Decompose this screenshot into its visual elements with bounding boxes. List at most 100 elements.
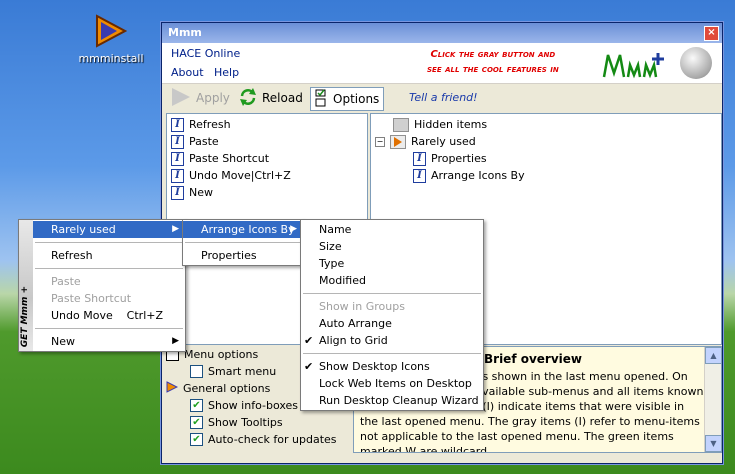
menu-separator [35,328,183,329]
submenu-item-properties[interactable]: Properties [183,247,303,264]
left-list-label: Refresh [189,118,231,131]
menu-item-show-in-groups[interactable]: Show in Groups [301,298,483,315]
apply-label: Apply [196,91,230,105]
menu-item-icon: I [171,117,184,132]
menu-item-size[interactable]: Size [301,238,483,255]
option-label: Show info-boxes [208,399,299,412]
menu-separator [35,268,183,269]
tree-child-label: Properties [431,152,487,165]
menu-item-run-desktop-cleanup-wizard[interactable]: Run Desktop Cleanup Wizard [301,392,483,409]
submenu-item-label: Properties [201,249,257,262]
rarely-used-folder-icon [390,134,406,149]
collapse-toggle-icon[interactable]: − [375,136,385,147]
menu-item-rarely-used[interactable]: Rarely used ▶ [33,221,185,238]
options-label: Options [333,92,380,106]
tree-child-item[interactable]: I Arrange Icons By [375,167,717,184]
desktop-icon-mmminstall[interactable]: mmminstall [78,14,144,65]
menu-item-icon: I [413,168,426,183]
menu-item-refresh[interactable]: Refresh [33,247,185,264]
left-list-item[interactable]: I Refresh [171,116,363,133]
menu-item-icon: I [171,185,184,200]
gray-features-button[interactable] [680,47,712,79]
left-list-item[interactable]: I Paste Shortcut [171,150,363,167]
general-options-arrow-icon [166,381,179,396]
scroll-down-icon[interactable]: ▼ [705,435,721,452]
mmm-sidebar[interactable]: GET Mmm + [19,220,33,351]
reload-button[interactable]: Reload [238,87,303,109]
menu-item-label: Paste [51,275,81,288]
left-list-label: Paste Shortcut [189,152,270,165]
menu-separator [185,242,301,243]
menu-item-paste-shortcut[interactable]: Paste Shortcut [33,290,185,307]
rarely-used-submenu: Arrange Icons By ▶ Properties [182,219,304,266]
mmm-installer-icon [95,14,128,48]
brief-scrollbar[interactable]: ▲ ▼ [704,347,721,452]
tree-item-label: Hidden items [414,118,488,131]
general-options-label: General options [183,382,271,395]
menu-item-align-to-grid[interactable]: ✔ Align to Grid [301,332,483,349]
menu-item-new[interactable]: New ▶ [33,333,185,350]
options-button[interactable]: Options [310,87,385,111]
menu-item-label: Rarely used [51,223,116,236]
context-menu: GET Mmm + Rarely used ▶ Refresh Paste Paste … [18,219,186,352]
left-list-label: Undo Move|Ctrl+Z [189,169,291,182]
menu-item-label: Align to Grid [319,334,388,347]
menu-item-modified[interactable]: Modified [301,272,483,289]
hidden-folder-icon [393,117,409,132]
menu-area: HACE Online About Help Click the gray bu… [162,43,722,84]
submenu-arrow-icon: ▶ [172,224,179,234]
menu-item-lock-web-items-on-desktop[interactable]: Lock Web Items on Desktop [301,375,483,392]
menu-item-label: Lock Web Items on Desktop [319,377,472,390]
menu-item-undo-move[interactable]: Undo Move Ctrl+Z [33,307,185,324]
menu-item-label: Name [319,223,352,236]
window-title: Mmm [168,26,202,39]
menu-item-label: Type [319,257,345,270]
general-option[interactable]: ✔ Show Tooltips [166,414,352,431]
menu-item-auto-arrange[interactable]: Auto Arrange [301,315,483,332]
help-menu[interactable]: Help [214,66,239,79]
menu-item-paste[interactable]: Paste [33,273,185,290]
toolbar: Apply Reload Options Tell a friend! [162,84,722,112]
menu-item-icon: I [171,168,184,183]
menu-item-label: Show Desktop Icons [319,360,430,373]
promo-line-2: see all the cool features in [427,64,559,75]
sidebar-label: GET Mmm + [20,285,30,347]
left-list-item[interactable]: I New [171,184,363,201]
menu-item-label: Auto Arrange [319,317,392,330]
menu-separator [303,293,481,294]
hace-online-link[interactable]: HACE Online [171,47,240,60]
tell-a-friend-link[interactable]: Tell a friend! [409,91,478,104]
apply-arrow-icon [170,87,192,110]
scroll-up-icon[interactable]: ▲ [705,347,721,364]
option-checkbox[interactable]: ✔ [190,399,203,412]
menu-separator [303,353,481,354]
title-bar[interactable]: Mmm × [162,23,722,43]
left-list-label: Paste [189,135,219,148]
about-menu[interactable]: About [171,66,204,79]
checkmark-icon: ✔ [304,334,314,347]
option-checkbox[interactable]: ✔ [190,416,203,429]
option-checkbox[interactable]: ✔ [190,433,203,446]
tree-child-item[interactable]: I Properties [375,150,717,167]
smart-menu-checkbox[interactable] [190,365,203,378]
menu-item-shortcut: Ctrl+Z [126,309,163,322]
left-list-item[interactable]: I Paste [171,133,363,150]
tree-item-rarely-used[interactable]: − Rarely used [375,133,717,150]
submenu-item-arrange-icons-by[interactable]: Arrange Icons By ▶ [183,221,303,238]
menu-item-show-desktop-icons[interactable]: ✔ Show Desktop Icons [301,358,483,375]
menu-item-label: Size [319,240,342,253]
tree-item-hidden[interactable]: Hidden items [375,116,717,133]
submenu-item-label: Arrange Icons By [201,223,295,236]
general-option[interactable]: ✔ Auto-check for updates [166,431,352,448]
menu-item-label: Show in Groups [319,300,405,313]
options-icon [315,89,329,110]
menu-item-name[interactable]: Name [301,221,483,238]
close-button[interactable]: × [704,26,719,41]
mmm-logo [600,43,670,83]
apply-button[interactable]: Apply [170,87,230,109]
menu-item-label: Undo Move [51,309,113,322]
brief-overview-title: Brief overview [484,352,582,366]
left-list-item[interactable]: I Undo Move|Ctrl+Z [171,167,363,184]
menu-item-type[interactable]: Type [301,255,483,272]
menu-item-label: New [51,335,75,348]
